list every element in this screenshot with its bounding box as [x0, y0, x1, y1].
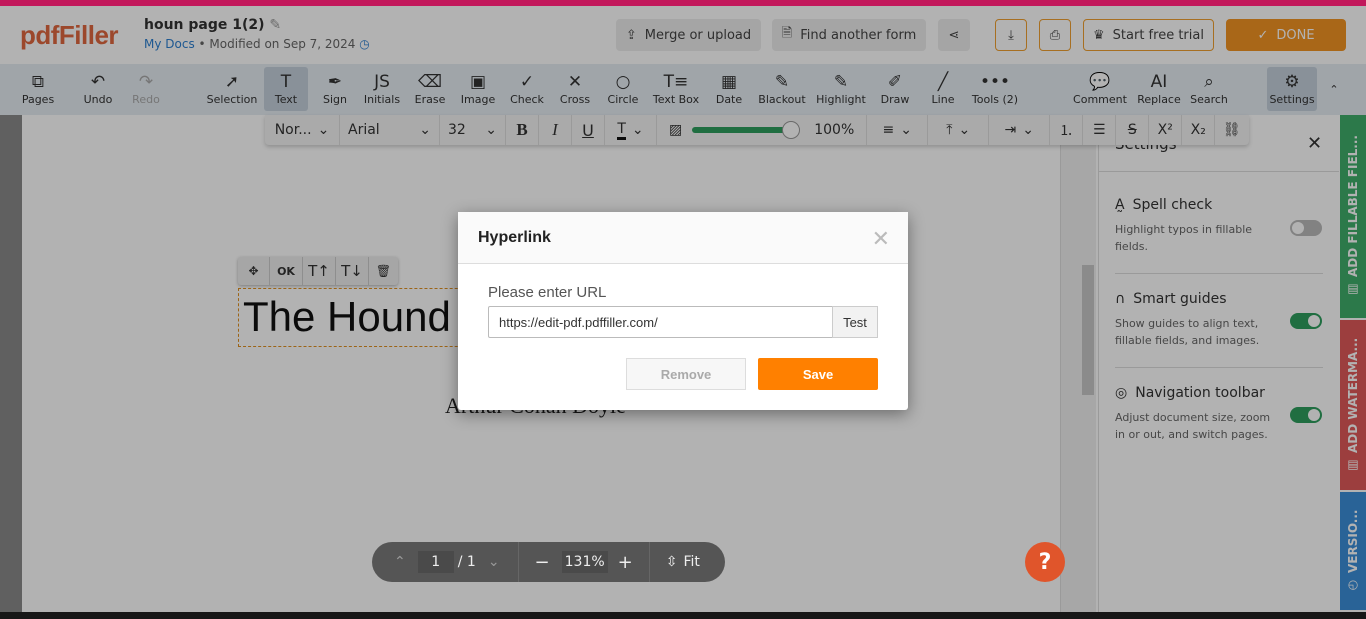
zoom-out-icon[interactable]: −	[535, 552, 550, 573]
fit-button[interactable]: Fit	[683, 554, 699, 570]
dialog-header: Hyperlink ✕	[458, 212, 908, 264]
dialog-title: Hyperlink	[478, 229, 551, 246]
zoom-value[interactable]: 131%	[561, 551, 608, 573]
navigation-toolbar: ⌃ 1 / 1 ⌄ − 131% + ⇳ Fit	[372, 542, 725, 582]
test-button[interactable]: Test	[832, 306, 878, 338]
prev-page-icon[interactable]: ⌃	[394, 554, 406, 570]
fit-icon[interactable]: ⇳	[666, 554, 678, 570]
save-button[interactable]: Save	[758, 358, 878, 390]
url-input[interactable]	[488, 306, 833, 338]
close-icon[interactable]: ✕	[872, 226, 890, 252]
page-total: / 1	[457, 554, 476, 570]
url-label: Please enter URL	[488, 284, 607, 301]
zoom-in-icon[interactable]: +	[618, 552, 633, 573]
remove-button[interactable]: Remove	[626, 358, 746, 390]
help-button[interactable]: ?	[1025, 542, 1065, 582]
next-page-icon[interactable]: ⌄	[488, 554, 500, 570]
hyperlink-dialog: Hyperlink ✕ Please enter URL Test Remove…	[458, 212, 908, 410]
page-input[interactable]: 1	[417, 551, 454, 573]
